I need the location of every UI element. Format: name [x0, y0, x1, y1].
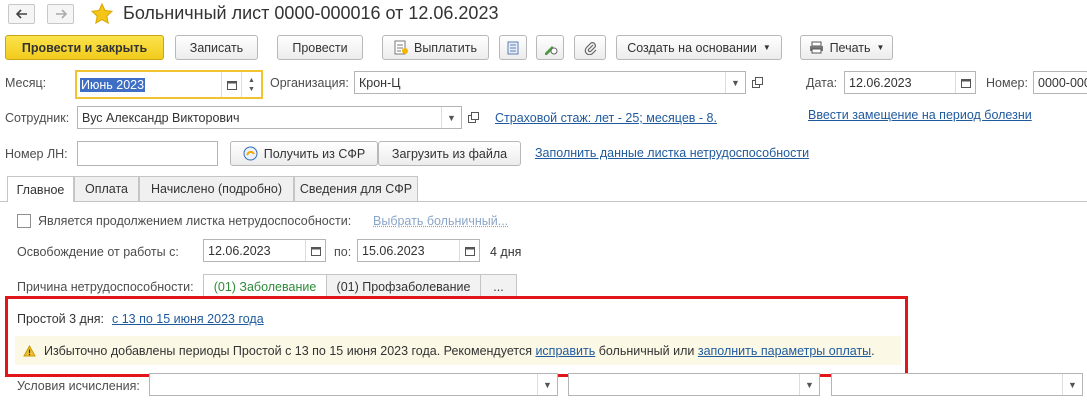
calc-conditions-field-1[interactable]: ▼ — [149, 373, 558, 396]
tab-sfr-info[interactable]: Сведения для СФР — [294, 176, 418, 201]
calc-conditions-field-2[interactable]: ▼ — [568, 373, 820, 396]
chevron-down-icon: ▼ — [876, 43, 885, 52]
ln-number-field[interactable] — [77, 141, 218, 166]
warning-text-part2: больничный или — [598, 343, 695, 358]
register-button[interactable] — [499, 35, 527, 60]
tab-payment[interactable]: Оплата — [74, 176, 139, 201]
organization-label: Организация: — [270, 76, 349, 90]
warning-message: Избыточно добавлены периоды Простой с 13… — [15, 336, 901, 365]
fix-link[interactable]: исправить — [535, 344, 595, 358]
spinner-up-icon: ▲ — [248, 76, 255, 84]
create-based-on-button[interactable]: Создать на основании ▼ — [616, 35, 782, 60]
employee-label: Сотрудник: — [5, 111, 70, 125]
employee-value: Вус Александр Викторович — [82, 110, 240, 125]
number-value: 0000-000 — [1038, 75, 1087, 90]
calc-conditions-label: Условия исчисления: — [17, 379, 140, 393]
downtime-label: Простой 3 дня: — [17, 312, 104, 326]
dropdown-arrow-icon[interactable]: ▼ — [725, 72, 745, 93]
forward-button[interactable] — [47, 4, 74, 24]
pay-button[interactable]: Выплатить — [382, 35, 489, 60]
sfr-logo-icon — [243, 146, 258, 161]
release-to-field[interactable]: 15.06.2023 — [357, 239, 480, 262]
dropdown-arrow-icon[interactable]: ▼ — [537, 374, 557, 395]
printer-icon — [809, 41, 823, 54]
organization-field[interactable]: Крон-Ц ▼ — [354, 71, 746, 94]
pen-clock-icon — [544, 45, 557, 55]
ln-number-label: Номер ЛН: — [5, 147, 68, 161]
open-employee-button[interactable] — [465, 109, 481, 126]
downtime-period-link[interactable]: с 13 по 15 июня 2023 года — [112, 312, 264, 326]
date-field[interactable]: 12.06.2023 — [844, 71, 976, 94]
paperclip-icon — [584, 41, 596, 55]
dropdown-arrow-icon[interactable]: ▼ — [1062, 374, 1082, 395]
save-button[interactable]: Записать — [175, 35, 258, 60]
print-button-label: Печать — [829, 40, 871, 55]
release-from-value: 12.06.2023 — [208, 243, 271, 258]
dropdown-arrow-icon[interactable]: ▼ — [799, 374, 819, 395]
release-from-work-label: Освобождение от работы с: — [17, 245, 179, 259]
calc-conditions-field-3[interactable]: ▼ — [831, 373, 1083, 396]
get-from-sfr-button[interactable]: Получить из СФР — [230, 141, 378, 166]
release-to-label: по: — [334, 245, 352, 259]
get-from-sfr-label: Получить из СФР — [263, 146, 366, 161]
favorite-star-icon[interactable] — [91, 3, 113, 24]
tabs-divider — [0, 201, 1087, 202]
warning-text-part1: Избыточно добавлены периоды Простой с 13… — [44, 343, 532, 358]
warning-text-part3: . — [871, 343, 875, 358]
days-count: 4 дня — [490, 245, 522, 259]
date-value: 12.06.2023 — [849, 75, 912, 90]
load-from-file-button[interactable]: Загрузить из файла — [378, 141, 521, 166]
month-value: Июнь 2023 — [80, 77, 146, 92]
month-field[interactable]: Июнь 2023 ▲ ▼ — [75, 70, 263, 99]
open-link-icon — [751, 77, 763, 88]
attach-file-button[interactable] — [574, 35, 606, 60]
calendar-icon[interactable] — [305, 240, 325, 261]
month-spinner[interactable]: ▲ ▼ — [241, 72, 261, 97]
employee-field[interactable]: Вус Александр Викторович ▼ — [77, 106, 462, 129]
select-sick-leave-link[interactable]: Выбрать больничный... — [373, 214, 508, 228]
create-based-on-label: Создать на основании — [627, 40, 757, 55]
tab-main[interactable]: Главное — [7, 176, 74, 202]
number-field[interactable]: 0000-000 — [1033, 71, 1087, 94]
continuation-checkbox[interactable] — [17, 214, 31, 228]
print-button[interactable]: Печать ▼ — [800, 35, 893, 60]
fill-sick-leave-data-link[interactable]: Заполнить данные листка нетрудоспособнос… — [535, 146, 809, 160]
register-list-icon — [507, 41, 519, 54]
pay-button-label: Выплатить — [413, 40, 477, 55]
arrow-left-icon — [15, 9, 27, 19]
calendar-icon[interactable] — [955, 72, 975, 93]
page-title: Больничный лист 0000-000016 от 12.06.202… — [123, 3, 499, 23]
chevron-down-icon: ▼ — [762, 43, 771, 52]
edit-status-button[interactable] — [536, 35, 564, 60]
document-pay-icon — [394, 40, 408, 55]
number-label: Номер: — [986, 76, 1028, 90]
release-from-field[interactable]: 12.06.2023 — [203, 239, 326, 262]
open-organization-button[interactable] — [749, 74, 765, 91]
fill-payment-params-link[interactable]: заполнить параметры оплаты — [698, 344, 871, 358]
continuation-label: Является продолжением листка нетрудоспос… — [38, 214, 352, 228]
date-label: Дата: — [806, 76, 838, 90]
warning-triangle-icon — [23, 344, 36, 356]
back-button[interactable] — [8, 4, 35, 24]
organization-value: Крон-Ц — [359, 75, 401, 90]
arrow-right-icon — [55, 9, 67, 19]
replacement-link[interactable]: Ввести замещение на период болезни — [808, 108, 1032, 122]
release-to-value: 15.06.2023 — [362, 243, 425, 258]
insurance-experience-link[interactable]: Страховой стаж: лет - 25; месяцев - 8. — [495, 111, 717, 125]
open-link-icon — [467, 112, 479, 123]
dropdown-arrow-icon[interactable]: ▼ — [441, 107, 461, 128]
post-and-close-button[interactable]: Провести и закрыть — [5, 35, 164, 60]
tab-accrued-detailed[interactable]: Начислено (подробно) — [139, 176, 294, 201]
reason-label: Причина нетрудоспособности: — [17, 280, 194, 294]
month-label: Месяц: — [5, 76, 47, 90]
calendar-icon[interactable] — [459, 240, 479, 261]
calendar-icon[interactable] — [221, 72, 241, 97]
spinner-down-icon: ▼ — [248, 85, 255, 93]
post-button[interactable]: Провести — [277, 35, 363, 60]
